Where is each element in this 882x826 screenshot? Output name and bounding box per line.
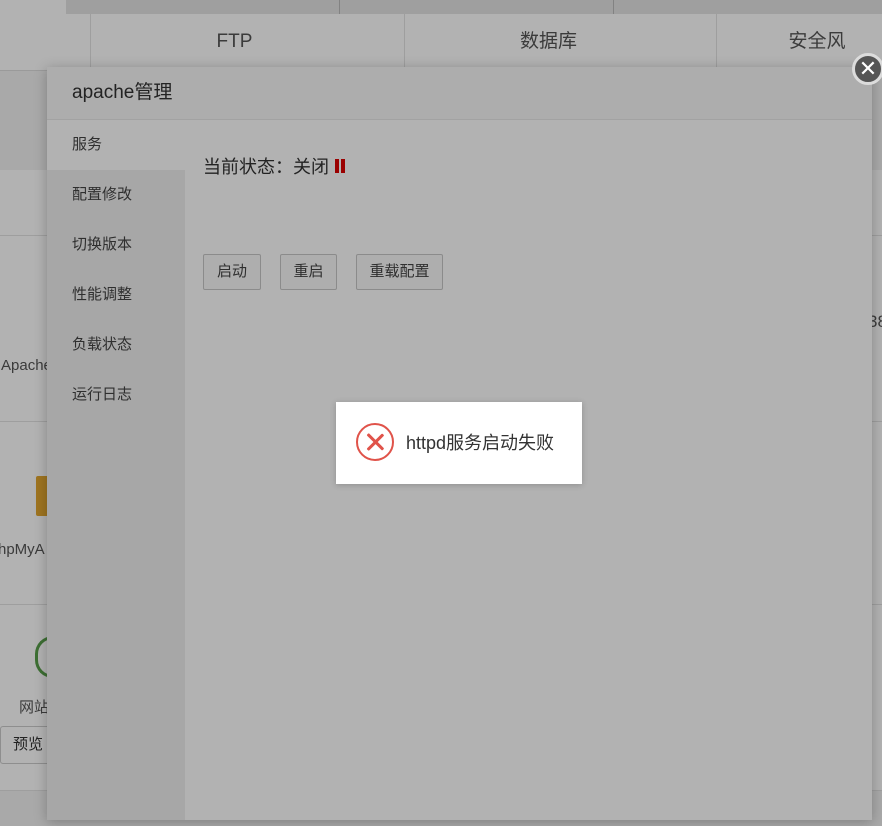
error-circle-icon	[356, 423, 394, 461]
error-toast: httpd服务启动失败	[336, 402, 582, 484]
close-icon[interactable]: ✕	[852, 53, 882, 85]
toast-message: httpd服务启动失败	[406, 433, 555, 453]
